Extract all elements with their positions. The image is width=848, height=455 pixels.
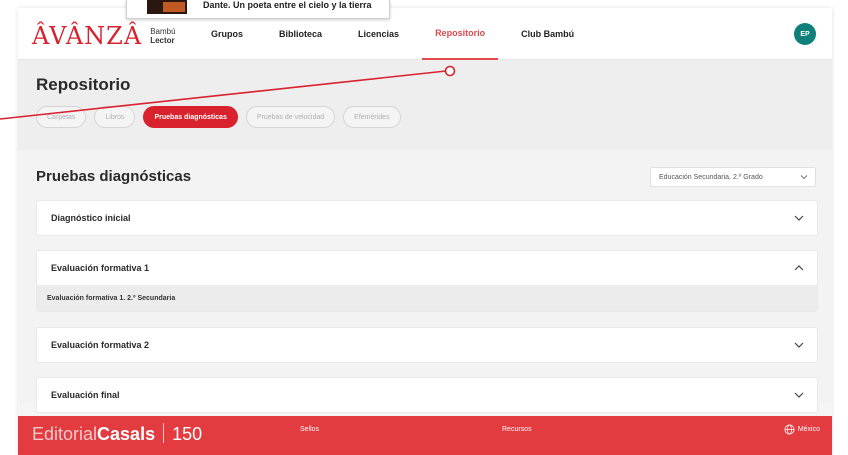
section-title: Pruebas diagnósticas [36, 168, 192, 185]
brand-light: Editorial [32, 424, 98, 444]
logo-sub-line-1: Bambú [150, 27, 176, 36]
globe-icon [784, 424, 795, 435]
title-area: Repositorio Carpetas Libros Pruebas diag… [18, 60, 832, 150]
accordion-header[interactable]: Evaluación formativa 2 [37, 328, 817, 362]
brand-number: 150 [172, 424, 203, 444]
chip-efemerides[interactable]: Efemérides [343, 106, 401, 128]
accordion-evaluacion-formativa-2: Evaluación formativa 2 [36, 327, 818, 363]
accordion-header[interactable]: Diagnóstico inicial [37, 201, 817, 235]
accordion-evaluacion-final: Evaluación final [36, 377, 818, 413]
footer-link-recursos[interactable]: Recursos [502, 426, 532, 433]
accordion-title: Evaluación formativa 2 [51, 340, 150, 350]
accordion-content-item[interactable]: Evaluación formativa 1. 2.º Secundaria [37, 285, 817, 311]
nav-repositorio[interactable]: Repositorio [422, 8, 499, 60]
page-title: Repositorio [36, 75, 131, 94]
brand-bold: Casals [97, 424, 156, 444]
accordion-title: Diagnóstico inicial [51, 213, 131, 223]
logo-subtitle: Bambú Lector [150, 27, 175, 45]
footer-link-sellos[interactable]: Sellos [300, 426, 319, 433]
chip-libros[interactable]: Libros [94, 106, 136, 128]
logo-wordmark: ÂVÂNZÂ [32, 22, 143, 50]
chip-pruebas-de-velocidad[interactable]: Pruebas de velocidad [245, 106, 336, 128]
content-item-label: Evaluación formativa 1. 2.º Secundaria [47, 294, 176, 302]
accordion-header[interactable]: Evaluación final [37, 378, 817, 412]
book-title: Dante. Un poeta entre el cielo y la tier… [203, 0, 372, 10]
accordion-title: Evaluación final [51, 390, 120, 400]
accordion-diagnostico-inicial: Diagnóstico inicial [36, 200, 818, 236]
footer: EditorialCasals 150 Sellos Recursos Méxic… [18, 416, 832, 455]
book-popup[interactable]: Dante. Un poeta entre el cielo y la tier… [126, 0, 390, 19]
chevron-down-icon [794, 392, 804, 398]
brand-divider [163, 423, 165, 443]
accordion-title: Evaluación formativa 1 [51, 263, 150, 273]
chevron-up-icon [794, 265, 804, 271]
avatar[interactable]: EP [794, 23, 816, 45]
grade-select-value: Educación Secundaria. 2.º Grado [659, 173, 763, 181]
country-label: México [797, 426, 820, 433]
nav-club-bambu[interactable]: Club Bambú [508, 8, 587, 60]
footer-brand[interactable]: EditorialCasals 150 [32, 423, 202, 445]
chevron-down-icon [800, 175, 808, 180]
diagnostics-section: Pruebas diagnósticas Educación Secundari… [18, 150, 832, 413]
logo[interactable]: ÂVÂNZÂ Bambú Lector [32, 22, 176, 50]
filter-chips: Carpetas Libros Pruebas diagnósticas Pru… [36, 106, 401, 128]
accordion-header[interactable]: Evaluación formativa 1 [37, 251, 817, 285]
app-window: ÂVÂNZÂ Bambú Lector Grupos Biblioteca Li… [18, 8, 832, 455]
grade-select[interactable]: Educación Secundaria. 2.º Grado [650, 167, 816, 187]
country-selector[interactable]: México [784, 424, 820, 435]
chevron-down-icon [794, 215, 804, 221]
logo-sub-line-2: Lector [150, 36, 175, 45]
chevron-down-icon [794, 342, 804, 348]
book-cover-thumbnail [147, 0, 187, 14]
chip-pruebas-diagnosticas[interactable]: Pruebas diagnósticas [143, 106, 238, 128]
accordion-evaluacion-formativa-1: Evaluación formativa 1 Evaluación format… [36, 250, 818, 312]
chip-carpetas[interactable]: Carpetas [36, 106, 87, 128]
